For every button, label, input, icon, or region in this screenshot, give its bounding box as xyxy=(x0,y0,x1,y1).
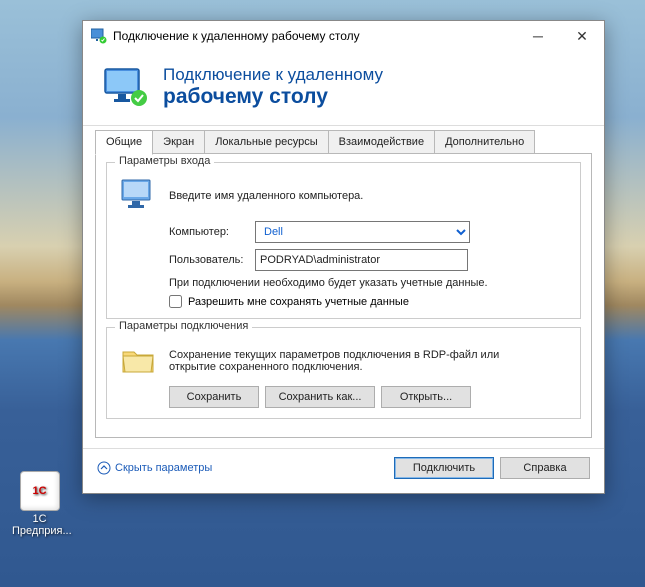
header-line2: рабочему столу xyxy=(163,85,383,109)
tab-strip: Общие Экран Локальные ресурсы Взаимодейс… xyxy=(83,130,604,154)
tab-experience[interactable]: Взаимодействие xyxy=(328,130,435,154)
dialog-footer: Скрыть параметры Подключить Справка xyxy=(83,448,604,493)
rdp-dialog: Подключение к удаленному рабочему столу … xyxy=(82,20,605,494)
save-credentials-checkbox[interactable]: Разрешить мне сохранять учетные данные xyxy=(169,295,568,308)
window-title: Подключение к удаленному рабочему столу xyxy=(113,29,516,43)
conn-group-title: Параметры подключения xyxy=(115,320,252,332)
1c-icon: 1С xyxy=(20,471,60,511)
tab-advanced[interactable]: Дополнительно xyxy=(434,130,535,154)
dialog-header: Подключение к удаленному рабочему столу xyxy=(83,51,604,126)
folder-icon xyxy=(119,342,159,380)
logon-intro: Введите имя удаленного компьютера. xyxy=(169,190,363,202)
connection-settings-group: Параметры подключения Сохранение текущих… xyxy=(106,327,581,419)
desktop-icon-text: 1СПредприя... xyxy=(12,513,67,537)
minimize-button[interactable]: ─ xyxy=(516,21,560,51)
tab-display[interactable]: Экран xyxy=(152,130,205,154)
connect-button[interactable]: Подключить xyxy=(394,457,494,479)
credentials-note: При подключении необходимо будет указать… xyxy=(169,277,529,289)
username-field[interactable] xyxy=(255,249,468,271)
help-button[interactable]: Справка xyxy=(500,457,590,479)
rdp-large-icon xyxy=(103,67,149,107)
computer-combobox[interactable]: Dell xyxy=(255,221,470,243)
save-credentials-input[interactable] xyxy=(169,295,182,308)
tab-local-resources[interactable]: Локальные ресурсы xyxy=(204,130,328,154)
desktop-icon-1c[interactable]: 1С 1СПредприя... xyxy=(12,471,67,537)
save-as-button[interactable]: Сохранить как... xyxy=(265,386,375,408)
computer-label: Компьютер: xyxy=(169,226,255,238)
open-button[interactable]: Открыть... xyxy=(381,386,471,408)
save-button[interactable]: Сохранить xyxy=(169,386,259,408)
rdp-small-icon xyxy=(91,28,107,44)
logon-group-title: Параметры входа xyxy=(115,155,214,167)
computer-icon xyxy=(119,177,159,215)
header-line1: Подключение к удаленному xyxy=(163,65,383,85)
hide-options-toggle[interactable]: Скрыть параметры xyxy=(97,461,212,475)
chevron-up-icon xyxy=(97,461,111,475)
titlebar[interactable]: Подключение к удаленному рабочему столу … xyxy=(83,21,604,51)
user-label: Пользователь: xyxy=(169,254,255,266)
conn-desc: Сохранение текущих параметров подключени… xyxy=(169,349,529,373)
close-button[interactable]: ✕ xyxy=(560,21,604,51)
logon-settings-group: Параметры входа Введите имя удаленного к… xyxy=(106,162,581,319)
tab-general[interactable]: Общие xyxy=(95,130,153,155)
